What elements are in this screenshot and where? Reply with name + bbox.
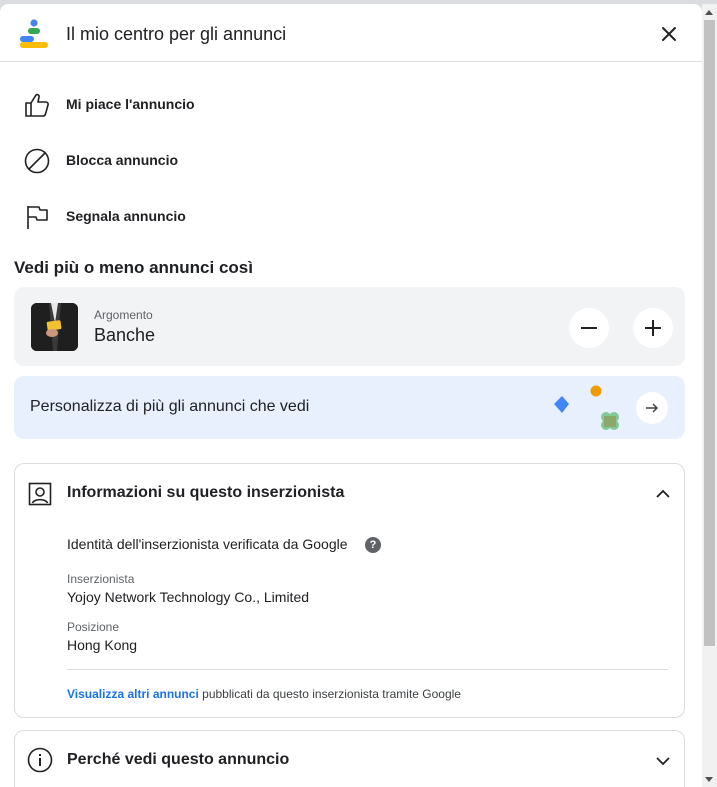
advertiser-info-title: Informazioni su questo inserzionista xyxy=(67,484,345,501)
location-label: Posizione xyxy=(67,620,120,634)
topic-kind: Argomento xyxy=(94,308,153,322)
ad-center-logo xyxy=(20,19,48,48)
why-this-ad-title: Perché vedi questo annuncio xyxy=(67,751,290,768)
info-icon xyxy=(27,747,53,773)
like-ad-button[interactable]: Mi piace l'annuncio xyxy=(0,84,400,124)
close-icon[interactable] xyxy=(656,24,682,46)
topic-card: Argomento Banche xyxy=(14,287,685,366)
page-title: Il mio centro per gli annunci xyxy=(66,24,287,44)
personalize-arrow-button[interactable] xyxy=(636,392,668,424)
advertiser-info-card: Informazioni su questo inserzionista Ide… xyxy=(14,463,685,718)
scroll-up-icon[interactable] xyxy=(705,10,713,15)
chevron-up-icon xyxy=(656,489,670,498)
chevron-down-icon xyxy=(656,757,670,766)
personalize-label: Personalizza di più gli annunci che vedi xyxy=(30,398,310,415)
block-ad-button[interactable]: Blocca annuncio xyxy=(0,140,400,180)
see-more-button[interactable] xyxy=(633,308,673,348)
block-ad-label: Blocca annuncio xyxy=(66,152,179,168)
advertiser-label: Inserzionista xyxy=(67,572,135,586)
verified-identity-text: Identità dell'inserzionista verificata d… xyxy=(67,536,348,552)
why-this-ad-toggle[interactable]: Perché vedi questo annuncio xyxy=(14,730,685,787)
decorative-shapes-icon xyxy=(554,385,619,430)
advertiser-name: Yojoy Network Technology Co., Limited xyxy=(67,589,310,605)
preferences-heading: Vedi più o meno annunci così xyxy=(14,258,253,277)
person-card-icon xyxy=(28,482,52,506)
scroll-down-icon[interactable] xyxy=(705,777,713,782)
divider xyxy=(67,669,668,670)
more-ads-text: Visualizza altri annunci pubblicati da q… xyxy=(67,687,461,701)
topic-image xyxy=(31,303,78,351)
see-fewer-button[interactable] xyxy=(569,308,609,348)
more-ads-link[interactable]: Visualizza altri annunci xyxy=(67,687,199,701)
ad-center-panel: Il mio centro per gli annunci Mi piace l… xyxy=(0,4,702,787)
scrollbar[interactable] xyxy=(702,4,717,787)
arrow-right-icon xyxy=(646,403,658,413)
block-icon xyxy=(24,148,50,174)
header: Il mio centro per gli annunci xyxy=(0,4,702,62)
help-icon[interactable]: ? xyxy=(365,537,381,553)
more-ads-suffix: pubblicati da questo inserzionista trami… xyxy=(198,687,461,701)
location-value: Hong Kong xyxy=(67,637,138,653)
topic-name: Banche xyxy=(94,325,156,345)
plus-icon xyxy=(645,320,661,336)
advertiser-info-toggle[interactable]: Informazioni su questo inserzionista xyxy=(15,464,684,522)
personalize-ads-card[interactable]: Personalizza di più gli annunci che vedi xyxy=(14,376,685,439)
flag-icon xyxy=(27,206,48,229)
report-ad-label: Segnala annuncio xyxy=(66,208,186,224)
minus-icon xyxy=(581,327,597,329)
like-ad-label: Mi piace l'annuncio xyxy=(66,96,195,112)
thumbs-up-icon xyxy=(25,93,49,117)
scroll-thumb[interactable] xyxy=(704,20,715,646)
report-ad-button[interactable]: Segnala annuncio xyxy=(0,196,400,236)
